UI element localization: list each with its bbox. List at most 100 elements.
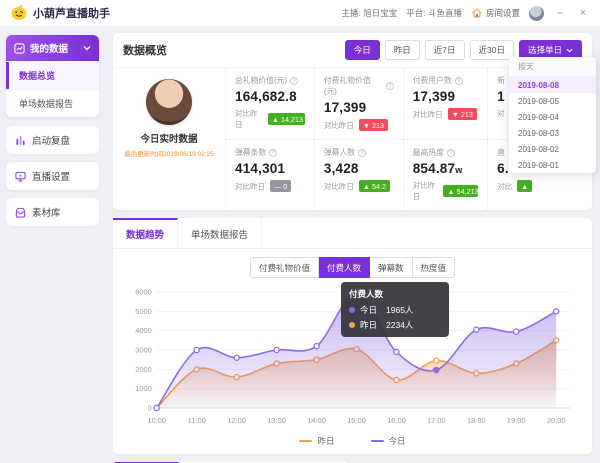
- tab-data-trend[interactable]: 数据趋势: [113, 218, 178, 248]
- stat-value: 3,428: [324, 161, 394, 176]
- down-arrow-icon: ▼: [363, 121, 370, 130]
- range-today-button[interactable]: 今日: [345, 40, 380, 60]
- info-icon[interactable]: ?: [290, 77, 298, 85]
- dropdown-option[interactable]: 2019-08-03: [509, 125, 596, 141]
- svg-text:6000: 6000: [135, 287, 152, 296]
- svg-text:1000: 1000: [135, 384, 152, 393]
- chevron-down-icon: [83, 45, 91, 51]
- svg-text:16:00: 16:00: [387, 416, 406, 425]
- legend-today[interactable]: 今日: [371, 435, 406, 447]
- info-icon[interactable]: ?: [358, 149, 366, 157]
- today-dot-icon: [349, 307, 355, 313]
- metric-danmaku-button[interactable]: 弹幕数: [370, 257, 413, 278]
- sidebar-item-single-report[interactable]: 单场数据报告: [6, 89, 99, 117]
- monitor-icon: [15, 171, 26, 182]
- stat-total-gift-value: 总礼物价值(元)? 164,682.8 对比昨日 ▲14,213: [225, 68, 314, 139]
- trend-card: 数据趋势 单场数据报告 付费礼物价值 付费人数 弹幕数 热度值 0 1000 200…: [113, 218, 592, 454]
- svg-text:18:00: 18:00: [467, 416, 486, 425]
- stat-value: 854.87w: [413, 161, 478, 176]
- range-yesterday-button[interactable]: 昨日: [385, 40, 420, 60]
- legend-yesterday[interactable]: 昨日: [299, 435, 334, 447]
- svg-text:3000: 3000: [135, 345, 152, 354]
- sidebar-item-replay[interactable]: 启动复盘: [6, 126, 99, 154]
- stat-value: 17,399: [324, 100, 394, 115]
- minimize-button[interactable]: –: [553, 7, 567, 19]
- svg-text:10:00: 10:00: [147, 416, 166, 425]
- date-dropdown: 按天 2019-08-08 2019-08-05 2019-08-04 2019…: [509, 57, 596, 173]
- svg-text:14:00: 14:00: [307, 416, 326, 425]
- info-icon[interactable]: ?: [269, 149, 277, 157]
- dropdown-header: 按天: [509, 57, 596, 77]
- tab-single-report[interactable]: 单场数据报告: [178, 218, 262, 248]
- inbox-icon: [15, 207, 26, 218]
- dropdown-option[interactable]: 2019-08-01: [509, 157, 596, 173]
- house-icon: [471, 7, 483, 19]
- delta-badge: ▲14,213: [268, 113, 305, 125]
- page-title: 数据概览: [123, 42, 167, 58]
- dropdown-option[interactable]: 2019-08-08: [509, 77, 596, 93]
- delta-badge: ▼213: [448, 108, 477, 120]
- app-logo: 小葫芦直播助手: [10, 5, 110, 21]
- dropdown-option[interactable]: 2019-08-05: [509, 93, 596, 109]
- dropdown-option[interactable]: 2019-08-02: [509, 141, 596, 157]
- stat-danmaku-count: 弹幕条数? 414,301 对比昨日 —0: [225, 139, 314, 210]
- info-icon[interactable]: ?: [447, 149, 455, 157]
- stat-danmaku-users: 弹幕人数? 3,428 对比昨日 ▲54.2: [314, 139, 403, 210]
- info-icon[interactable]: ?: [455, 77, 463, 85]
- sidebar-item-library[interactable]: 素材库: [6, 198, 99, 226]
- platform-label: 平台: 斗鱼直播: [406, 7, 462, 19]
- info-icon[interactable]: ?: [386, 82, 394, 90]
- delta-badge: —0: [270, 180, 291, 192]
- chevron-down-icon: [566, 48, 573, 53]
- bar-chart-icon: [15, 135, 26, 146]
- stat-paid-gift-value: 付费礼物价值(元)? 17,399 对比昨日 ▼213: [314, 68, 403, 139]
- metric-heat-button[interactable]: 热度值: [413, 257, 456, 278]
- yesterday-dot-icon: [349, 322, 355, 328]
- stat-paying-users: 付费用户数? 17,399 对比昨日 ▼213: [403, 68, 487, 139]
- stat-value: 164,682.8: [235, 89, 305, 104]
- range-30d-button[interactable]: 近30日: [470, 40, 514, 60]
- up-arrow-icon: ▲: [447, 187, 454, 196]
- sidebar-item-data-overview[interactable]: 数据总览: [6, 61, 99, 89]
- tooltip-title: 付费人数: [349, 288, 441, 300]
- main-content: 数据概览 今日 昨日 近7日 近30日 选择单日: [105, 27, 600, 463]
- svg-text:20:00: 20:00: [547, 416, 566, 425]
- sidebar: 我的数据 数据总览 单场数据报告 启动复盘 直播设置: [0, 27, 105, 463]
- svg-text:13:00: 13:00: [267, 416, 286, 425]
- svg-text:4000: 4000: [135, 326, 152, 335]
- down-arrow-icon: ▼: [452, 110, 459, 119]
- svg-text:5000: 5000: [135, 307, 152, 316]
- sidebar-item-live-settings[interactable]: 直播设置: [6, 162, 99, 190]
- close-button[interactable]: ×: [576, 7, 590, 19]
- svg-text:19:00: 19:00: [507, 416, 526, 425]
- dropdown-option[interactable]: 2019-08-04: [509, 109, 596, 125]
- stat-value: 17,399: [413, 89, 478, 104]
- delta-badge: ▲54,213: [443, 185, 478, 197]
- room-settings-button[interactable]: 房间设置: [471, 7, 520, 19]
- anchor-label: 主播: 旭日宝宝: [342, 7, 398, 19]
- last-updated-text: 最后更新时间2019/06/19 02:25: [124, 148, 214, 158]
- svg-text:12:00: 12:00: [227, 416, 246, 425]
- user-avatar[interactable]: [529, 6, 544, 21]
- up-arrow-icon: ▲: [521, 182, 528, 191]
- streamer-avatar: [146, 79, 192, 125]
- metric-paying-users-button[interactable]: 付费人数: [319, 257, 370, 278]
- up-arrow-icon: ▲: [272, 115, 279, 124]
- svg-text:2000: 2000: [135, 365, 152, 374]
- svg-text:0: 0: [148, 403, 152, 412]
- up-arrow-icon: ▲: [363, 182, 370, 191]
- today-dash-icon: [371, 440, 384, 442]
- svg-text:17:00: 17:00: [427, 416, 446, 425]
- metric-paid-gift-value-button[interactable]: 付费礼物价值: [250, 257, 319, 278]
- delta-badge: ▼213: [359, 119, 388, 131]
- chart-tooltip: 付费人数 今日1965人 昨日2234人: [341, 282, 449, 337]
- svg-text:11:00: 11:00: [188, 416, 206, 425]
- data-grid-icon: [14, 43, 25, 54]
- streamer-profile: 今日实时数据 最后更新时间2019/06/19 02:25: [113, 68, 225, 210]
- realtime-data-label: 今日实时数据: [140, 131, 197, 145]
- titlebar: 小葫芦直播助手 主播: 旭日宝宝 平台: 斗鱼直播 房间设置 – ×: [0, 0, 600, 27]
- sidebar-item-my-data[interactable]: 我的数据: [6, 35, 99, 61]
- stat-value: 414,301: [235, 161, 305, 176]
- svg-text:15:00: 15:00: [347, 416, 366, 425]
- range-7d-button[interactable]: 近7日: [425, 40, 465, 60]
